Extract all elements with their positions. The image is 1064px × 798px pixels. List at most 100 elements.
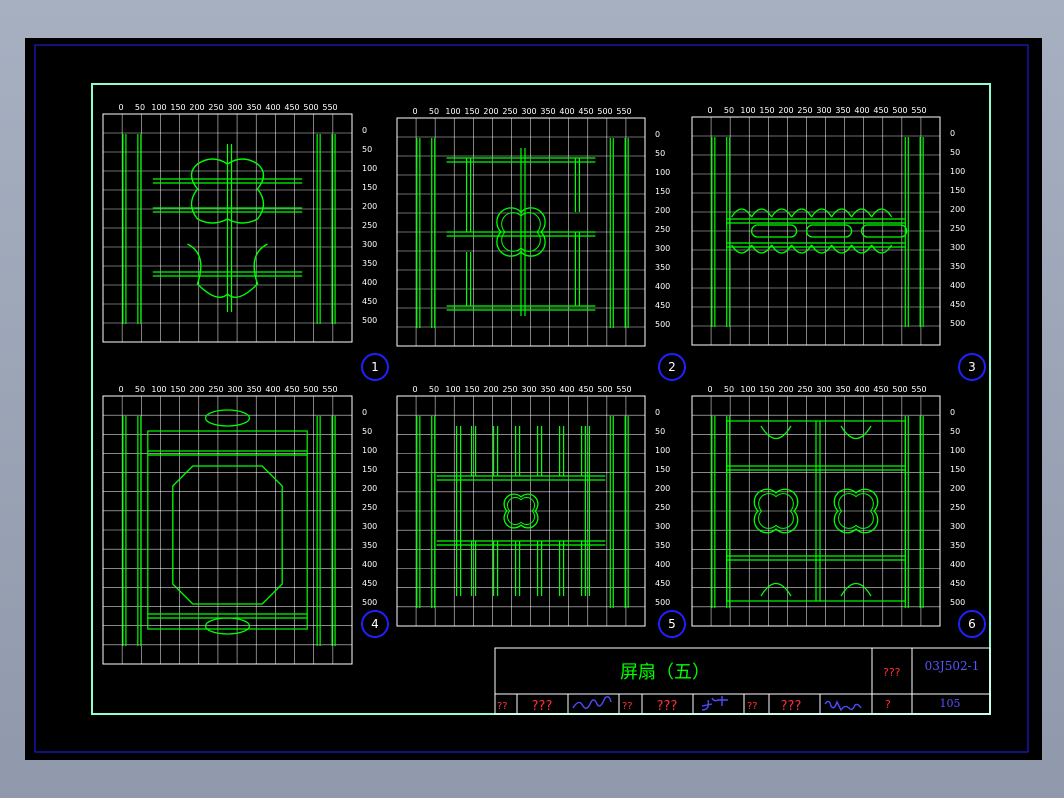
side-tick-label: 0: [362, 408, 367, 417]
svg-text:6: 6: [968, 617, 976, 631]
top-tick-label: 50: [429, 385, 439, 394]
side-tick-label: 0: [655, 408, 660, 417]
side-tick-label: 450: [362, 297, 377, 306]
side-tick-label: 300: [655, 244, 670, 253]
top-tick-label: 250: [208, 385, 223, 394]
approver-name: ???: [781, 699, 802, 714]
top-tick-label: 400: [854, 106, 869, 115]
cad-drawing-viewport[interactable]: 0 50 100 150 200 250 300 350 400 450 500 550 0 50 100 1…: [25, 38, 1042, 760]
top-tick-label: 100: [740, 106, 755, 115]
top-tick-label: 300: [227, 385, 242, 394]
top-tick-label: 500: [597, 385, 612, 394]
top-tick-label: 100: [151, 385, 166, 394]
designer-label: ??: [497, 701, 508, 712]
approver-label: ??: [747, 701, 758, 712]
side-tick-label: 150: [950, 186, 965, 195]
side-tick-label: 300: [655, 522, 670, 531]
top-tick-label: 250: [502, 107, 517, 116]
top-tick-label: 100: [445, 385, 460, 394]
top-tick-label: 450: [578, 385, 593, 394]
top-tick-label: 450: [873, 106, 888, 115]
side-tick-label: 200: [655, 484, 670, 493]
top-tick-label: 500: [597, 107, 612, 116]
side-tick-label: 100: [655, 446, 670, 455]
top-tick-label: 50: [135, 385, 145, 394]
top-tick-label: 0: [412, 385, 417, 394]
top-tick-label: 550: [616, 107, 631, 116]
side-tick-label: 50: [655, 149, 665, 158]
panel-number-3: 3: [958, 353, 986, 381]
top-tick-label: 400: [559, 107, 574, 116]
side-tick-label: 250: [950, 224, 965, 233]
side-tick-label: 50: [950, 427, 960, 436]
top-tick-label: 450: [578, 107, 593, 116]
top-tick-label: 150: [759, 385, 774, 394]
side-tick-label: 300: [950, 243, 965, 252]
checker-label: ??: [622, 701, 633, 712]
side-tick-label: 150: [655, 187, 670, 196]
side-tick-label: 0: [950, 408, 955, 417]
side-tick-label: 50: [362, 427, 372, 436]
designer-name: ???: [532, 699, 553, 714]
top-tick-label: 250: [797, 385, 812, 394]
top-tick-label: 50: [724, 106, 734, 115]
side-tick-label: 300: [362, 240, 377, 249]
top-tick-label: 50: [724, 385, 734, 394]
side-tick-label: 250: [655, 503, 670, 512]
side-tick-label: 200: [362, 202, 377, 211]
side-tick-label: 50: [362, 145, 372, 154]
side-tick-label: 450: [655, 301, 670, 310]
side-tick-label: 400: [950, 281, 965, 290]
top-tick-label: 300: [816, 106, 831, 115]
side-tick-label: 450: [655, 579, 670, 588]
side-tick-label: 150: [362, 465, 377, 474]
drawing-title: 屏扇（五）: [620, 662, 710, 683]
side-tick-label: 500: [655, 598, 670, 607]
top-tick-label: 200: [778, 106, 793, 115]
side-tick-label: 0: [950, 129, 955, 138]
top-tick-label: 450: [873, 385, 888, 394]
top-tick-label: 50: [429, 107, 439, 116]
side-tick-label: 350: [362, 259, 377, 268]
svg-text:1: 1: [371, 360, 379, 374]
side-tick-label: 500: [950, 319, 965, 328]
top-tick-label: 500: [303, 103, 318, 112]
side-tick-label: 450: [362, 579, 377, 588]
top-tick-label: 300: [816, 385, 831, 394]
top-tick-label: 350: [540, 107, 555, 116]
side-tick-label: 300: [362, 522, 377, 531]
title-block: [494, 647, 991, 715]
panel-number-5: 5: [658, 610, 686, 638]
top-tick-label: 200: [189, 385, 204, 394]
top-tick-label: 0: [412, 107, 417, 116]
top-tick-label: 500: [892, 385, 907, 394]
side-tick-label: 100: [362, 446, 377, 455]
top-tick-label: 250: [797, 106, 812, 115]
top-tick-label: 150: [464, 107, 479, 116]
side-tick-label: 500: [950, 598, 965, 607]
side-tick-label: 500: [362, 316, 377, 325]
side-tick-label: 400: [655, 560, 670, 569]
side-tick-label: 450: [950, 579, 965, 588]
side-tick-label: 100: [950, 446, 965, 455]
top-tick-label: 0: [118, 385, 123, 394]
top-tick-label: 400: [559, 385, 574, 394]
top-tick-label: 300: [521, 385, 536, 394]
checker-name: ???: [657, 699, 678, 714]
drawing-code: 03J502-1: [925, 659, 980, 673]
top-tick-label: 550: [911, 106, 926, 115]
top-tick-label: 400: [265, 103, 280, 112]
side-tick-label: 250: [950, 503, 965, 512]
screen-panel-2: 0 50 100 150 200 250 300 350 400 450 500 550 0 50 100 1…: [396, 107, 686, 381]
side-tick-label: 350: [655, 541, 670, 550]
panel-number-6: 6: [958, 610, 986, 638]
side-tick-label: 350: [655, 263, 670, 272]
side-tick-label: 200: [950, 484, 965, 493]
side-tick-label: 250: [362, 221, 377, 230]
side-tick-label: 200: [362, 484, 377, 493]
signature-3: [824, 700, 862, 712]
side-tick-label: 400: [362, 278, 377, 287]
top-tick-label: 150: [170, 103, 185, 112]
drawing-code-label: ???: [883, 666, 901, 679]
page-label: ?: [885, 698, 891, 711]
